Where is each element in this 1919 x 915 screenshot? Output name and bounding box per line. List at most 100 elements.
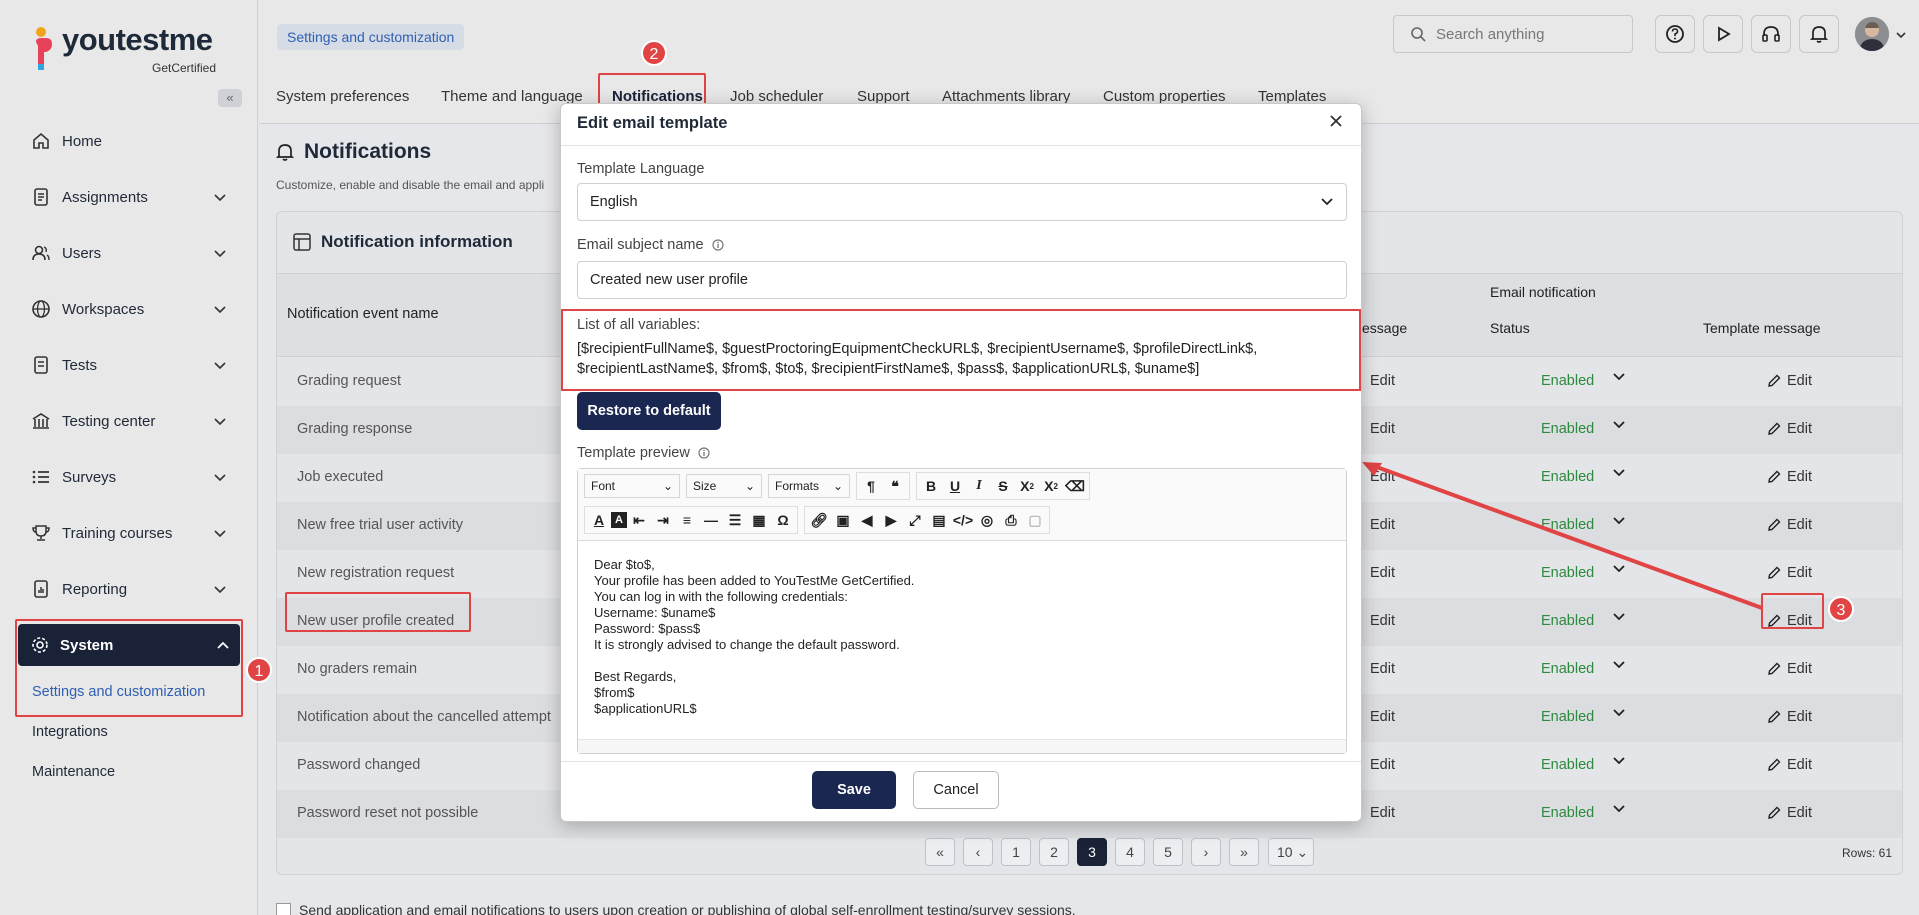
first-page-button[interactable]: « xyxy=(925,838,955,866)
status-dropdown[interactable] xyxy=(1612,420,1626,430)
page-button[interactable]: 1 xyxy=(1001,838,1031,866)
sidebar-item-testing-center[interactable]: Testing center xyxy=(30,403,235,439)
sidebar-item-assignments[interactable]: Assignments xyxy=(30,179,235,215)
page-button-current[interactable]: 3 xyxy=(1077,838,1107,866)
italic-icon[interactable]: I xyxy=(967,474,991,498)
image-icon[interactable]: ▣ xyxy=(831,508,855,532)
self-enrollment-checkbox-row[interactable]: Send application and email notifications… xyxy=(276,902,1076,915)
template-icon[interactable]: ▤ xyxy=(927,508,951,532)
template-editor[interactable]: Font ⌄ Size ⌄ Formats ⌄ ¶ ❝ B U I S X2 X2 ⌫… xyxy=(577,468,1347,754)
collapse-sidebar-button[interactable]: « xyxy=(218,89,242,107)
video-icon[interactable]: ▶ xyxy=(879,508,903,532)
link-icon[interactable]: 🔗︎ xyxy=(807,508,831,532)
edit-message-link[interactable]: Edit xyxy=(1370,709,1395,725)
edit-message-link[interactable]: Edit xyxy=(1370,661,1395,677)
sidebar-item-tests[interactable]: Tests xyxy=(30,347,235,383)
subject-input[interactable]: Created new user profile xyxy=(577,261,1347,299)
status-dropdown[interactable] xyxy=(1612,660,1626,670)
sidebar-item-surveys[interactable]: Surveys xyxy=(30,459,235,495)
edit-template-button[interactable]: Edit xyxy=(1767,709,1812,725)
info-icon[interactable] xyxy=(711,239,724,251)
size-select[interactable]: Size ⌄ xyxy=(686,474,762,498)
save-button[interactable]: Save xyxy=(812,771,896,809)
text-color-icon[interactable]: A xyxy=(587,508,611,532)
breadcrumb[interactable]: Settings and customization xyxy=(277,24,465,50)
avatar[interactable] xyxy=(1855,17,1889,51)
prev-page-button[interactable]: ‹ xyxy=(963,838,993,866)
align-icon[interactable]: ≡ xyxy=(675,508,699,532)
page-button[interactable]: 2 xyxy=(1039,838,1069,866)
sidebar-item-training-courses[interactable]: Training courses xyxy=(30,515,235,551)
numbered-list-icon[interactable]: ☰ xyxy=(723,508,747,532)
subscript-icon[interactable]: X2 xyxy=(1015,474,1039,498)
sidebar-subitem-maintenance[interactable]: Maintenance xyxy=(32,764,115,780)
code-icon[interactable]: </> xyxy=(951,508,975,532)
edit-message-link[interactable]: Edit xyxy=(1370,373,1395,389)
sidebar-item-workspaces[interactable]: Workspaces xyxy=(30,291,235,327)
status-dropdown[interactable] xyxy=(1612,372,1626,382)
special-char-icon[interactable]: Ω xyxy=(771,508,795,532)
eraser-icon[interactable]: ⌫ xyxy=(1063,474,1087,498)
edit-template-button[interactable]: Edit xyxy=(1767,517,1812,533)
cancel-button[interactable]: Cancel xyxy=(913,771,999,809)
edit-template-button[interactable]: Edit xyxy=(1767,757,1812,773)
formats-select[interactable]: Formats ⌄ xyxy=(768,474,850,498)
edit-template-button[interactable]: Edit xyxy=(1767,469,1812,485)
outdent-icon[interactable]: ⇤ xyxy=(627,508,651,532)
preview-icon[interactable]: ◎ xyxy=(975,508,999,532)
audio-icon[interactable]: ◀ xyxy=(855,508,879,532)
edit-message-link[interactable]: Edit xyxy=(1370,805,1395,821)
editor-body[interactable]: Dear $to$, Your profile has been added t… xyxy=(594,557,914,717)
status-dropdown[interactable] xyxy=(1612,708,1626,718)
sidebar-item-home[interactable]: Home xyxy=(30,123,235,159)
sidebar-item-users[interactable]: Users xyxy=(30,235,235,271)
edit-message-link[interactable]: Edit xyxy=(1370,757,1395,773)
edit-template-button[interactable]: Edit xyxy=(1767,373,1812,389)
page-button[interactable]: 5 xyxy=(1153,838,1183,866)
edit-template-button[interactable]: Edit xyxy=(1767,565,1812,581)
tab-theme-language[interactable]: Theme and language xyxy=(441,88,583,105)
chevron-down-icon[interactable] xyxy=(1895,30,1907,40)
horizontal-rule-icon[interactable]: — xyxy=(699,508,723,532)
sidebar-subitem-integrations[interactable]: Integrations xyxy=(32,724,108,740)
status-dropdown[interactable] xyxy=(1612,804,1626,814)
page-size-select[interactable]: 10 ⌄ xyxy=(1268,838,1314,866)
indent-icon[interactable]: ⇥ xyxy=(651,508,675,532)
logo-text: youtestme xyxy=(62,22,213,57)
bg-color-icon[interactable]: A xyxy=(611,512,627,528)
table-icon[interactable]: ▦ xyxy=(747,508,771,532)
close-button[interactable] xyxy=(1329,114,1343,128)
highlight-row-box xyxy=(285,592,471,632)
underline-icon[interactable]: U xyxy=(943,474,967,498)
superscript-icon[interactable]: X2 xyxy=(1039,474,1063,498)
print-icon[interactable]: ⎙ xyxy=(999,508,1023,532)
language-select[interactable]: English xyxy=(577,183,1347,221)
edit-template-button[interactable]: Edit xyxy=(1767,421,1812,437)
save-icon[interactable]: ▢ xyxy=(1023,508,1047,532)
search-input[interactable]: Search anything xyxy=(1393,15,1633,53)
edit-template-button[interactable]: Edit xyxy=(1767,661,1812,677)
status-dropdown[interactable] xyxy=(1612,756,1626,766)
bold-icon[interactable]: B xyxy=(919,474,943,498)
help-button[interactable] xyxy=(1655,15,1695,53)
notifications-button[interactable] xyxy=(1799,15,1839,53)
edit-template-button[interactable]: Edit xyxy=(1767,805,1812,821)
checkbox[interactable] xyxy=(276,902,291,915)
strikethrough-icon[interactable]: S xyxy=(991,474,1015,498)
last-page-button[interactable]: » xyxy=(1229,838,1259,866)
blockquote-icon[interactable]: ❝ xyxy=(883,474,907,498)
play-button[interactable] xyxy=(1703,15,1743,53)
page-button[interactable]: 4 xyxy=(1115,838,1145,866)
font-select[interactable]: Font ⌄ xyxy=(584,474,680,498)
topbar: Settings and customization Search anythi… xyxy=(259,0,1919,72)
restore-default-button[interactable]: Restore to default xyxy=(577,392,721,430)
tab-system-preferences[interactable]: System preferences xyxy=(276,88,409,105)
column-event-name: Notification event name xyxy=(287,306,439,322)
sidebar-item-reporting[interactable]: Reporting xyxy=(30,571,235,607)
info-icon[interactable] xyxy=(698,447,710,459)
paragraph-icon[interactable]: ¶ xyxy=(859,474,883,498)
fullscreen-icon[interactable]: ⤢ xyxy=(903,508,927,532)
edit-message-link[interactable]: Edit xyxy=(1370,421,1395,437)
support-button[interactable] xyxy=(1751,15,1791,53)
next-page-button[interactable]: › xyxy=(1191,838,1221,866)
